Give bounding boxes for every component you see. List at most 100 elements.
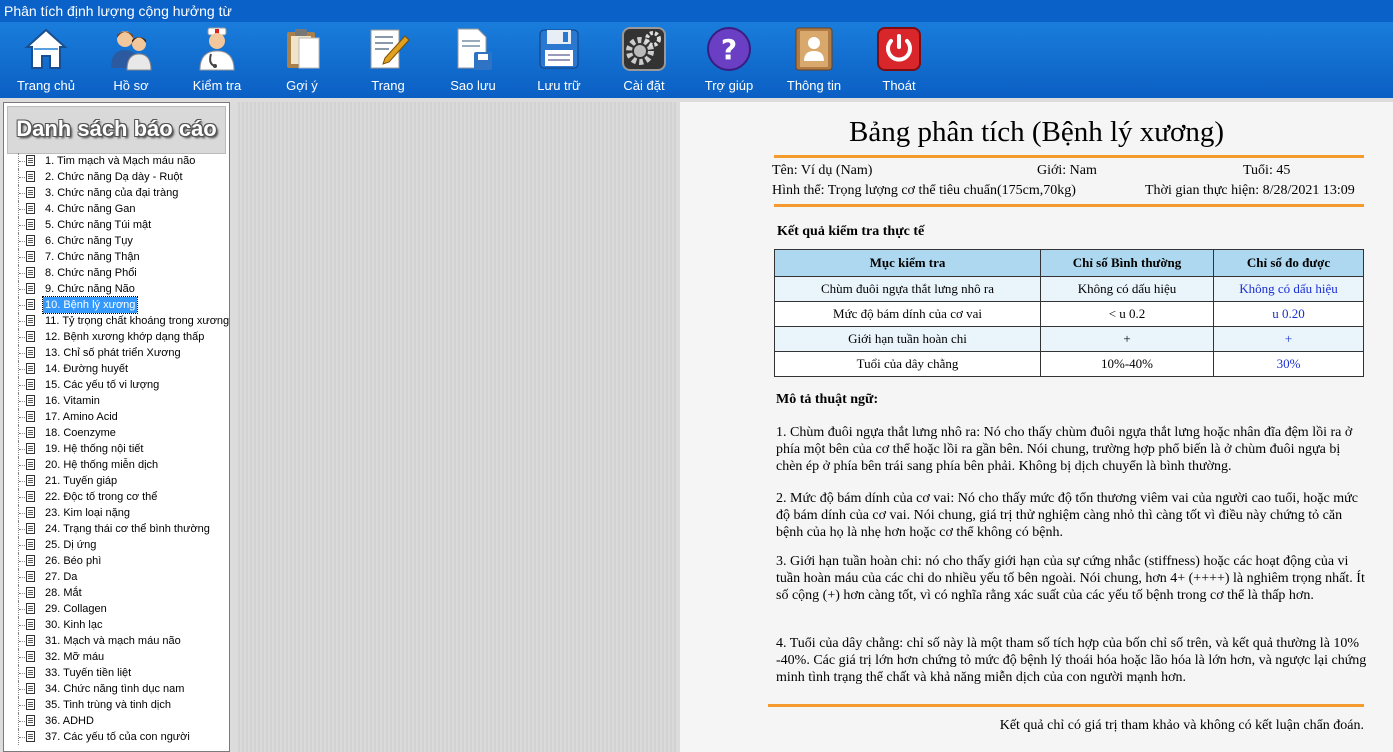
term-paragraph-1: 1. Chùm đuôi ngựa thắt lưng nhô ra: Nó c… (776, 425, 1353, 474)
tree-branch-line (19, 161, 25, 162)
report-list-item[interactable]: 32. Mỡ máu (4, 649, 229, 665)
report-list-item[interactable]: 5. Chức năng Túi mật (4, 217, 229, 233)
report-list-item[interactable]: 30. Kinh lạc (4, 617, 229, 633)
patient-gender: Giới: Nam (1037, 163, 1097, 178)
report-list-item[interactable]: 12. Bệnh xương khớp dạng thấp (4, 329, 229, 345)
test-time: Thời gian thực hiện: 8/28/2021 13:09 (1145, 183, 1355, 198)
report-list-item[interactable]: 19. Hệ thống nội tiết (4, 441, 229, 457)
report-list-item[interactable]: 10. Bệnh lý xương (4, 296, 229, 314)
report-list-item[interactable]: 35. Tinh trùng và tinh dịch (4, 697, 229, 713)
report-list-item[interactable]: 22. Độc tố trong cơ thể (4, 489, 229, 505)
results-table: Mục kiểm tra Chỉ số Bình thường Chỉ số đ… (774, 249, 1364, 377)
document-icon (26, 587, 35, 598)
exit-button[interactable]: Thoát (860, 26, 938, 96)
tree-branch-line (19, 289, 25, 290)
report-list-item-label: 25. Dị ứng (45, 539, 97, 551)
report-list-item[interactable]: 4. Chức năng Gan (4, 201, 229, 217)
report-list-item[interactable]: 17. Amino Acid (4, 409, 229, 425)
home-label: Trang chủ (16, 78, 76, 93)
document-icon (26, 667, 35, 678)
header-item: Mục kiểm tra (774, 249, 1041, 277)
item-cell: Chùm đuôi ngựa thắt lưng nhô ra (774, 276, 1041, 302)
help-button[interactable]: ? Trợ giúp (690, 26, 768, 96)
report-list-item[interactable]: 16. Vitamin (4, 393, 229, 409)
header-measured: Chỉ số đo được (1213, 249, 1364, 277)
report-list-item-label: 6. Chức năng Tụy (45, 235, 133, 247)
report-list-item-label: 29. Collagen (45, 603, 107, 615)
tree-branch-line (19, 689, 25, 690)
document-icon (26, 251, 35, 262)
report-list-item-label: 21. Tuyến giáp (45, 475, 118, 487)
report-list-item[interactable]: 13. Chỉ số phát triển Xương (4, 345, 229, 361)
floppy-icon (539, 29, 579, 69)
report-list-item-label: 23. Kim loại nặng (45, 507, 130, 519)
store-button[interactable]: Lưu trữ (520, 26, 598, 96)
document-icon (26, 459, 35, 470)
report-list-item[interactable]: 20. Hệ thống miễn dịch (4, 457, 229, 473)
report-list-item[interactable]: 25. Dị ứng (4, 537, 229, 553)
tree-branch-line (19, 513, 25, 514)
report-list-item[interactable]: 3. Chức năng của đại tràng (4, 185, 229, 201)
report-list-item[interactable]: 36. ADHD (4, 713, 229, 729)
normal-cell: 10%-40% (1040, 351, 1214, 377)
report-list-item[interactable]: 1. Tim mạch và Mạch máu não (4, 153, 229, 169)
document-icon (26, 443, 35, 454)
tree-branch-line (19, 561, 25, 562)
report-list-item[interactable]: 28. Mắt (4, 585, 229, 601)
info-button[interactable]: Thông tin (775, 26, 853, 96)
report-list-item[interactable]: 27. Da (4, 569, 229, 585)
report-list-item-label: 13. Chỉ số phát triển Xương (45, 347, 181, 359)
term-paragraph-2: 2. Mức độ bám dính của cơ vai: Nó cho th… (776, 491, 1358, 540)
tree-branch-line (19, 305, 25, 306)
settings-button[interactable]: Cài đặt (605, 26, 683, 96)
check-label: Kiểm tra (192, 78, 242, 93)
report-list-item[interactable]: 8. Chức năng Phổi (4, 265, 229, 281)
report-list-item[interactable]: 2. Chức năng Dạ dày - Ruột (4, 169, 229, 185)
page-button[interactable]: Trang (349, 26, 427, 96)
report-list-item[interactable]: 18. Coenzyme (4, 425, 229, 441)
report-list-item[interactable]: 34. Chức năng tình dục nam (4, 681, 229, 697)
power-icon (877, 27, 921, 71)
report-list-item[interactable]: 23. Kim loại nặng (4, 505, 229, 521)
report-list-item[interactable]: 26. Béo phì (4, 553, 229, 569)
document-icon (26, 699, 35, 710)
report-list-item[interactable]: 15. Các yếu tố vi lượng (4, 377, 229, 393)
report-list-item-label: 24. Trạng thái cơ thể bình thường (45, 523, 210, 535)
tree-branch-line (19, 241, 25, 242)
report-list-item[interactable]: 24. Trạng thái cơ thể bình thường (4, 521, 229, 537)
measured-cell: 30% (1213, 351, 1364, 377)
home-button[interactable]: Trang chủ (7, 26, 85, 96)
suggest-button[interactable]: Gợi ý (263, 26, 341, 96)
tree-branch-line (19, 641, 25, 642)
tree-branch-line (19, 369, 25, 370)
report-list-item-label: 35. Tinh trùng và tinh dịch (45, 699, 171, 711)
tree-branch-line (19, 481, 25, 482)
patient-body: Hình thể: Trọng lượng cơ thể tiêu chuẩn(… (772, 183, 1076, 198)
document-icon (26, 299, 35, 310)
report-list-item[interactable]: 33. Tuyến tiền liệt (4, 665, 229, 681)
store-label: Lưu trữ (537, 78, 581, 93)
document-icon (26, 651, 35, 662)
report-list-item-label: 10. Bệnh lý xương (41, 296, 139, 314)
report-list-item-label: 27. Da (45, 571, 78, 583)
check-button[interactable]: Kiểm tra (178, 26, 256, 96)
header-normal: Chỉ số Bình thường (1040, 249, 1214, 277)
report-list-item[interactable]: 6. Chức năng Tụy (4, 233, 229, 249)
report-list-item[interactable]: 37. Các yếu tố của con người (4, 729, 229, 745)
report-list-item[interactable]: 9. Chức năng Não (4, 281, 229, 297)
report-list-item[interactable]: 29. Collagen (4, 601, 229, 617)
report-list-item[interactable]: 21. Tuyến giáp (4, 473, 229, 489)
document-icon (26, 347, 35, 358)
report-list-item[interactable]: 14. Đường huyết (4, 361, 229, 377)
edit-document-icon (370, 29, 410, 69)
report-list-item-label: 11. Tỷ trọng chất khoáng trong xương (45, 315, 230, 327)
report-list-item[interactable]: 11. Tỷ trọng chất khoáng trong xương (4, 313, 230, 329)
profile-button[interactable]: Hồ sơ (92, 26, 170, 96)
backup-button[interactable]: Sao lưu (434, 26, 512, 96)
settings-label: Cài đặt (623, 78, 665, 93)
report-list-item-label: 26. Béo phì (45, 555, 102, 567)
report-list-item[interactable]: 31. Mạch và mạch máu não (4, 633, 229, 649)
report-list-item[interactable]: 7. Chức năng Thận (4, 249, 229, 265)
tree-branch-line (19, 721, 25, 722)
document-icon (26, 411, 35, 422)
